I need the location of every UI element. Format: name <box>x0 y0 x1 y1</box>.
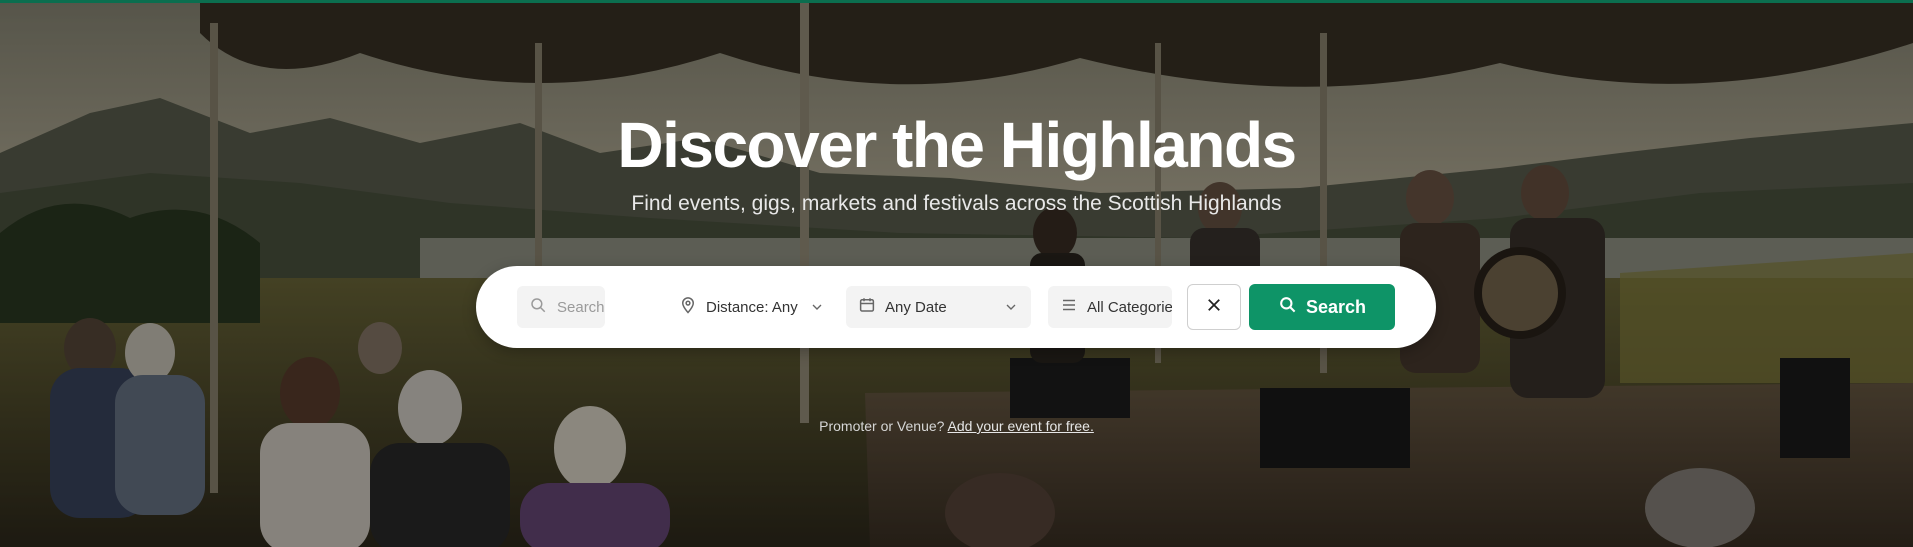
search-field[interactable] <box>517 286 605 328</box>
add-event-link[interactable]: Add your event for free. <box>948 418 1094 434</box>
date-label: Any Date <box>885 298 947 316</box>
search-button[interactable]: Search <box>1249 284 1395 330</box>
search-bar: Distance: Any Any Date All Categories Se… <box>476 266 1436 348</box>
top-accent-bar <box>0 0 1913 3</box>
search-icon <box>1278 295 1297 319</box>
date-select[interactable]: Any Date <box>846 286 1031 328</box>
search-button-label: Search <box>1305 296 1367 317</box>
hero-title: Discover the Highlands <box>617 109 1297 181</box>
distance-select[interactable]: Distance: Any <box>669 286 829 328</box>
calendar-icon <box>858 296 876 318</box>
search-icon <box>529 296 547 318</box>
promoter-cta: Promoter or Venue? Add your event for fr… <box>0 418 1913 434</box>
hero-subtitle: Find events, gigs, markets and festivals… <box>631 192 1282 215</box>
chevron-down-icon <box>809 299 825 319</box>
category-label: All Categories <box>1087 298 1172 316</box>
chevron-down-icon <box>1003 299 1019 319</box>
distance-label: Distance: Any <box>706 298 798 316</box>
category-select[interactable]: All Categories <box>1048 286 1172 328</box>
map-pin-icon <box>679 296 697 318</box>
list-icon <box>1060 296 1078 318</box>
clear-button[interactable] <box>1187 284 1241 330</box>
search-input[interactable] <box>555 297 605 317</box>
close-icon <box>1205 296 1223 319</box>
promoter-text: Promoter or Venue? <box>819 418 945 434</box>
